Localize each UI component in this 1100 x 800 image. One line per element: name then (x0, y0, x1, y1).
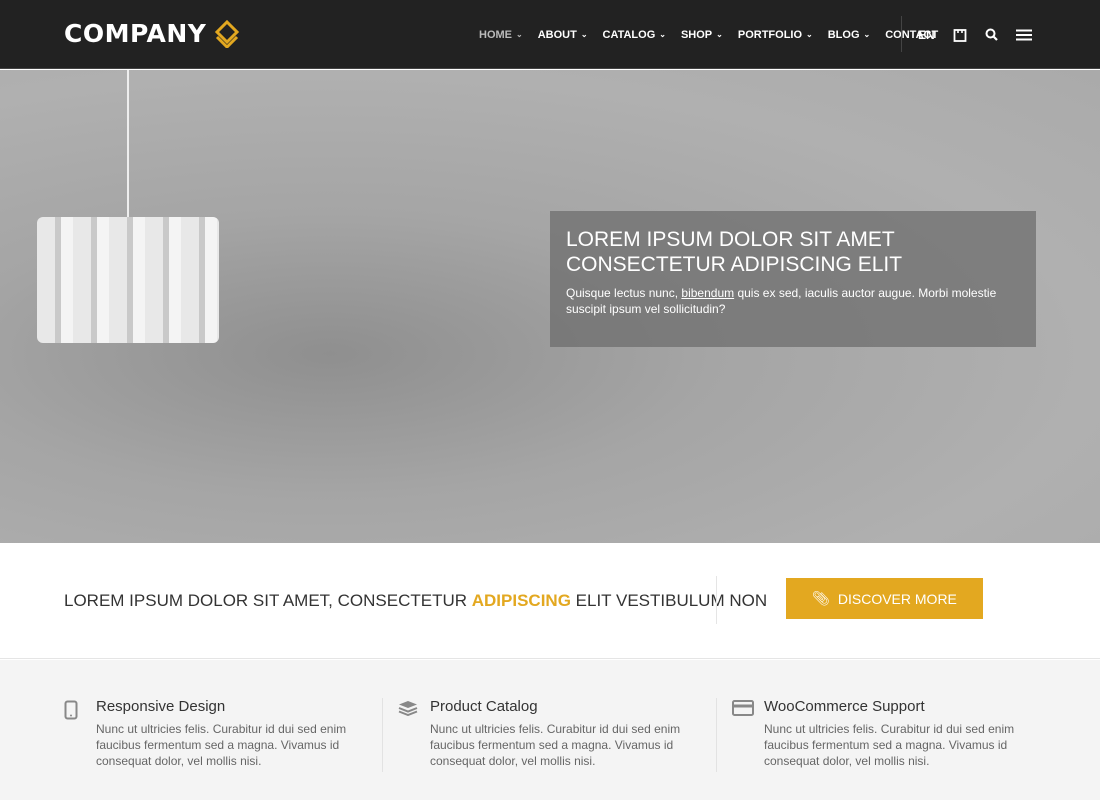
chevron-down-icon: ⌄ (516, 30, 523, 39)
chevron-down-icon: ⌄ (716, 30, 723, 39)
cta-text-part: ELIT VESTIBULUM NON (570, 591, 768, 610)
cta-section: LOREM IPSUM DOLOR SIT AMET, CONSECTETUR … (0, 543, 1100, 659)
shopping-bag-icon[interactable] (953, 27, 967, 42)
search-icon[interactable] (985, 28, 998, 41)
hero-link[interactable]: bibendum (681, 286, 734, 300)
menu-icon[interactable] (1015, 29, 1032, 41)
feature-text: Nunc ut ultricies felis. Curabitur id du… (764, 722, 1015, 768)
feature-title: Product Catalog (430, 698, 538, 715)
pendant-lamp-image (37, 217, 219, 343)
logo-diamond-icon (215, 19, 240, 48)
chevron-down-icon: ⌄ (806, 30, 813, 39)
chevron-down-icon: ⌄ (659, 30, 666, 39)
paperclip-icon: 📎︎ (812, 590, 830, 606)
feature-title: WooCommerce Support (764, 698, 925, 715)
nav-portfolio[interactable]: PORTFOLIO ⌄ (738, 29, 813, 41)
hero-text-part: Quisque lectus nunc, (566, 286, 682, 300)
nav-blog[interactable]: BLOG ⌄ (828, 29, 870, 41)
nav-about[interactable]: ABOUT ⌄ (538, 29, 588, 41)
logo[interactable]: COMPANY (64, 19, 240, 48)
nav-label: BLOG (827, 28, 860, 41)
discover-more-button[interactable]: 📎︎ DISCOVER MORE (786, 578, 983, 619)
feature-divider (716, 698, 717, 772)
hero-banner: LOREM IPSUM DOLOR SIT AMET CONSECTETUR A… (0, 70, 1100, 543)
feature-divider (382, 698, 383, 772)
features-section: Responsive Design Nunc ut ultricies feli… (0, 660, 1100, 800)
cta-highlight: ADIPISCING (471, 591, 571, 610)
cta-text: LOREM IPSUM DOLOR SIT AMET, CONSECTETUR … (64, 591, 767, 611)
feature-text: Nunc ut ultricies felis. Curabitur id du… (96, 722, 347, 768)
main-nav: HOME ⌄ ABOUT ⌄ CATALOG ⌄ SHOP ⌄ PORTFOLIO ⌄ B… (479, 0, 938, 69)
hero-caption: LOREM IPSUM DOLOR SIT AMET CONSECTETUR A… (550, 211, 1036, 347)
nav-label: HOME (479, 28, 512, 41)
site-header: COMPANY HOME ⌄ ABOUT ⌄ CATALOG ⌄ SHOP ⌄ PORT… (0, 0, 1100, 69)
hero-title: LOREM IPSUM DOLOR SIT AMET CONSECTETUR A… (566, 228, 903, 276)
lamp-cord (127, 70, 129, 220)
nav-home[interactable]: HOME ⌄ (479, 29, 523, 41)
hero-text: Quisque lectus nunc, bibendum quis ex se… (566, 285, 1020, 317)
feature-item: Responsive Design Nunc ut ultricies feli… (64, 698, 364, 769)
header-tools: EN (918, 0, 1032, 69)
nav-catalog[interactable]: CATALOG ⌄ (603, 29, 666, 41)
chevron-down-icon: ⌄ (863, 30, 871, 39)
nav-label: PORTFOLIO (737, 28, 803, 41)
layers-icon (398, 701, 418, 716)
nav-label: CATALOG (602, 28, 656, 41)
chevron-down-icon: ⌄ (580, 30, 588, 39)
mobile-icon (64, 700, 78, 720)
button-label: DISCOVER MORE (837, 590, 957, 607)
header-divider (901, 16, 902, 52)
cta-divider (716, 576, 717, 624)
cta-text-part: LOREM IPSUM DOLOR SIT AMET, CONSECTETUR (64, 591, 472, 610)
nav-shop[interactable]: SHOP ⌄ (681, 29, 723, 41)
language-switcher[interactable]: EN (918, 28, 935, 42)
feature-title: Responsive Design (96, 698, 226, 715)
nav-label: ABOUT (537, 28, 577, 41)
credit-card-icon (732, 700, 754, 716)
feature-text: Nunc ut ultricies felis. Curabitur id du… (430, 722, 681, 768)
nav-label: SHOP (680, 28, 713, 41)
feature-item: WooCommerce Support Nunc ut ultricies fe… (732, 698, 1032, 769)
feature-item: Product Catalog Nunc ut ultricies felis.… (398, 698, 698, 769)
logo-text: COMPANY (64, 19, 207, 48)
